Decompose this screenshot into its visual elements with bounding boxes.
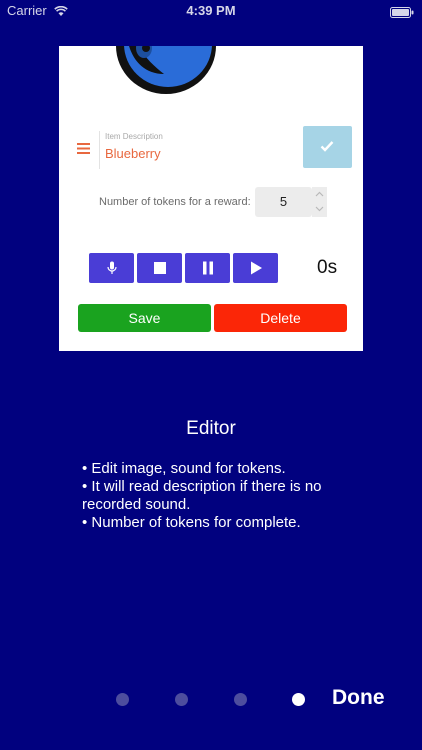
checkmark-icon	[320, 141, 334, 152]
tokens-label: Number of tokens for a reward:	[99, 196, 251, 208]
item-description-label: Item Description	[105, 132, 163, 141]
description-line: • Number of tokens for complete.	[82, 514, 301, 531]
page-dot-3[interactable]	[234, 693, 247, 706]
pause-button[interactable]	[185, 253, 230, 283]
page-dot-4[interactable]	[292, 693, 305, 706]
save-button[interactable]: Save	[78, 304, 211, 332]
menu-icon[interactable]	[77, 141, 90, 159]
delete-button[interactable]: Delete	[214, 304, 347, 332]
field-divider	[99, 131, 100, 169]
record-button[interactable]	[89, 253, 134, 283]
play-button[interactable]	[233, 253, 278, 283]
microphone-icon	[106, 261, 117, 274]
feature-description: • Edit image, sound for tokens. • It wil…	[82, 460, 382, 532]
tokens-input[interactable]: 5	[255, 187, 312, 217]
page-dot-2[interactable]	[175, 693, 188, 706]
chevron-down-icon[interactable]	[315, 206, 324, 212]
chevron-up-icon[interactable]	[315, 191, 324, 197]
description-line: • It will read description if there is n…	[82, 478, 322, 513]
confirm-button[interactable]	[303, 126, 352, 168]
status-time: 4:39 PM	[186, 3, 236, 18]
pause-icon	[202, 261, 213, 275]
stop-icon	[153, 262, 166, 274]
status-bar: Carrier 4:39 PM	[0, 0, 422, 22]
item-description-input[interactable]: Blueberry	[105, 146, 161, 161]
recording-duration: 0s	[317, 257, 338, 278]
done-button[interactable]: Done	[332, 686, 385, 710]
tokens-stepper[interactable]	[312, 187, 327, 217]
play-icon	[250, 261, 262, 275]
stop-button[interactable]	[137, 253, 182, 283]
token-image[interactable]	[114, 46, 224, 96]
battery-icon	[390, 5, 414, 23]
page-dot-1[interactable]	[116, 693, 129, 706]
editor-preview-card: Item Description Blueberry Number of tok…	[59, 46, 363, 351]
description-line: • Edit image, sound for tokens.	[82, 460, 286, 477]
page-title: Editor	[186, 418, 236, 439]
